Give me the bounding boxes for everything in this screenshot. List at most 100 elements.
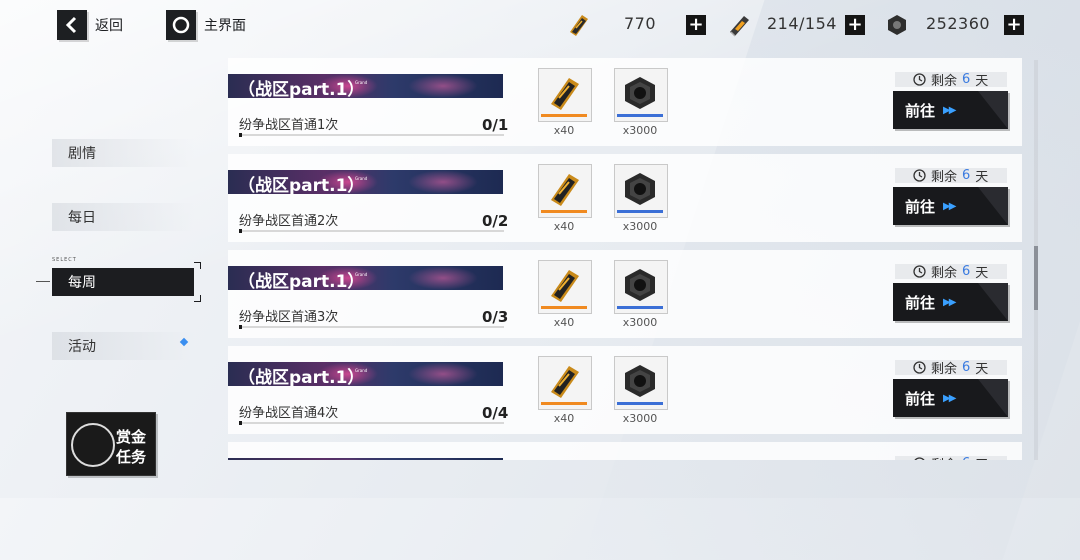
clock-icon [914, 457, 925, 460]
goto-button[interactable]: 前往 ▶▶ [893, 91, 1008, 129]
select-corner [194, 262, 201, 269]
nav-item-weekly[interactable]: 每周 [52, 268, 194, 296]
double-arrow-icon: ▶▶ [943, 104, 956, 116]
remaining-time: 剩余 6 天 [895, 456, 1007, 460]
nav-item-story[interactable]: 剧情 [52, 139, 194, 167]
remaining-suffix: 天 [975, 74, 989, 89]
task-banner-title: （战区part.1） [238, 368, 365, 386]
ticket-icon [551, 366, 579, 398]
bounty-mission-button[interactable]: 赏金 任务 [66, 412, 156, 476]
nav-item-event[interactable]: 活动 [52, 332, 194, 360]
clock-icon [913, 169, 926, 182]
task-progress-bar [239, 133, 504, 137]
task-banner: （战区part.1） Grand [228, 74, 503, 98]
task-card: 剩余 6 天 [228, 442, 1022, 460]
remaining-time: 剩余6天 [895, 360, 1007, 377]
goto-label: 前往 [905, 389, 936, 408]
task-card: （战区part.1） Grand 纷争战区首通2次 0/2 x40 x3000 剩余 6 天前往… [228, 154, 1022, 242]
task-banner-title: （战区part.1） [238, 176, 365, 194]
reward-nut[interactable] [614, 164, 668, 218]
task-card: （战区part.1） Grand 纷争战区首通1次 0/1 x40 x3000 剩余 6 天前往… [228, 58, 1022, 146]
add-ticket-button[interactable]: + [686, 15, 706, 35]
reward-nut[interactable] [614, 356, 668, 410]
nav-item-label: 剧情 [68, 146, 96, 162]
reward-nut[interactable] [614, 68, 668, 122]
task-banner [228, 458, 503, 460]
clock-icon [913, 73, 926, 86]
task-progress: 0/3 [482, 308, 509, 326]
ticket-icon [551, 270, 579, 302]
remaining-suffix: 天 [975, 362, 989, 377]
task-progress-bar [239, 421, 504, 425]
task-description: 纷争战区首通1次 [239, 118, 339, 133]
back-button[interactable]: 返回 [57, 10, 123, 40]
task-card: （战区part.1） Grand 纷争战区首通3次 0/3 x40 x3000 剩余 6 天前往… [228, 250, 1022, 338]
task-list: （战区part.1） Grand 纷争战区首通1次 0/1 x40 x3000 剩余 6 天前往… [228, 58, 1022, 460]
scrollbar-thumb[interactable] [1034, 246, 1038, 310]
task-banner-tag: Grand [355, 80, 368, 85]
nav-item-label: 每周 [68, 275, 96, 291]
top-bar: 返回 主界面 770 + 214/154 + 252360 + [0, 0, 1080, 50]
task-progress: 0/2 [482, 212, 509, 230]
ticket-icon [551, 78, 579, 110]
home-button[interactable]: 主界面 [166, 10, 246, 40]
task-banner-title: （战区part.1） [238, 272, 365, 290]
nut-icon [625, 365, 655, 397]
remaining-days: 6 [962, 360, 971, 375]
home-circle-icon [166, 10, 196, 40]
select-corner [194, 295, 201, 302]
battery-icon [730, 16, 749, 37]
select-tag: SELECT [52, 257, 77, 263]
remaining-days: 6 [962, 456, 970, 460]
bounty-label: 赏金 任务 [115, 428, 146, 466]
task-banner-tag: Grand [355, 176, 368, 181]
nut-icon [625, 269, 655, 301]
add-battery-button[interactable]: + [845, 15, 865, 35]
remaining-days: 6 [962, 72, 971, 87]
task-progress-bar [239, 325, 504, 329]
remaining-prefix: 剩余 [931, 454, 957, 460]
task-banner: （战区part.1） Grand [228, 362, 503, 386]
reward-count: x40 [553, 316, 575, 329]
task-description: 纷争战区首通4次 [239, 406, 339, 421]
reward-count: x40 [553, 220, 575, 233]
reward-nut[interactable] [614, 260, 668, 314]
nav-item-label: 每日 [68, 210, 96, 226]
reward-count: x40 [553, 124, 575, 137]
chevron-left-icon [57, 10, 87, 40]
ticket-icon [551, 174, 579, 206]
reward-count: x3000 [622, 220, 658, 233]
reward-count: x3000 [622, 124, 658, 137]
reward-ticket[interactable] [538, 356, 592, 410]
nav-item-daily[interactable]: 每日 [52, 203, 194, 231]
remaining-suffix: 天 [975, 170, 989, 185]
reward-count: x40 [553, 412, 575, 425]
remaining-days: 6 [962, 168, 971, 183]
ticket-count: 770 [624, 14, 657, 33]
task-description: 纷争战区首通2次 [239, 214, 339, 229]
remaining-suffix: 天 [975, 454, 988, 460]
nav-item-label: 活动 [68, 339, 96, 355]
goto-label: 前往 [905, 101, 936, 120]
nut-count: 252360 [926, 14, 991, 33]
select-pointer [36, 281, 50, 282]
task-banner-title: （战区part.1） [238, 80, 365, 98]
double-arrow-icon: ▶▶ [943, 392, 956, 404]
reward-ticket[interactable] [538, 68, 592, 122]
reward-ticket[interactable] [538, 164, 592, 218]
add-nut-button[interactable]: + [1004, 15, 1024, 35]
task-progress: 0/4 [482, 404, 509, 422]
remaining-suffix: 天 [975, 266, 989, 281]
goto-button[interactable]: 前往 ▶▶ [893, 379, 1008, 417]
reward-ticket[interactable] [538, 260, 592, 314]
back-label: 返回 [95, 18, 123, 34]
remaining-time: 剩余 6天 [895, 168, 1007, 185]
task-banner: （战区part.1） Grand [228, 266, 503, 290]
task-banner: （战区part.1） Grand [228, 170, 503, 194]
remaining-time: 剩余6天 [895, 72, 1007, 89]
goto-button[interactable]: 前往 ▶▶ [893, 187, 1008, 225]
goto-button[interactable]: 前往 ▶▶ [893, 283, 1008, 321]
task-progress-bar [239, 229, 504, 233]
remaining-prefix: 剩余 [931, 170, 958, 185]
scrollbar[interactable] [1034, 60, 1038, 460]
